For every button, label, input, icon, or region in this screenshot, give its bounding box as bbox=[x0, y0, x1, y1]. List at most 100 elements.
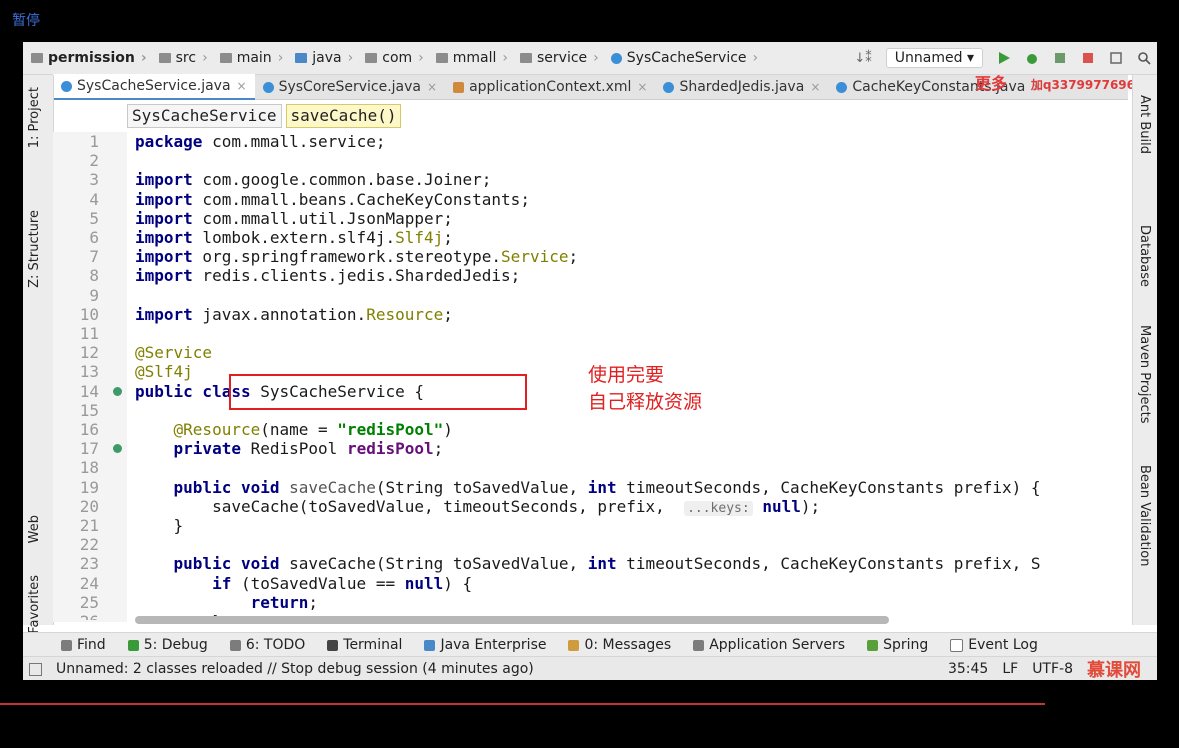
editor-breadcrumb: SysCacheService saveCache() bbox=[127, 104, 402, 128]
todo-tool-button[interactable]: 6: TODO bbox=[229, 637, 305, 653]
editor-tabs: SysCacheService.java × SysCoreService.jav… bbox=[53, 74, 1128, 100]
web-tool-button[interactable]: Web bbox=[27, 515, 42, 543]
find-tool-button[interactable]: Find bbox=[61, 637, 106, 653]
terminal-icon bbox=[327, 639, 339, 651]
crumb-com[interactable]: com › bbox=[357, 50, 428, 66]
class-icon bbox=[663, 81, 675, 93]
chevron-right-icon: › bbox=[202, 50, 208, 66]
tab-applicationcontext[interactable]: applicationContext.xml × bbox=[445, 75, 655, 99]
code-line: 17 private RedisPool redisPool; bbox=[79, 439, 444, 459]
event-log-tool-button[interactable]: Event Log bbox=[950, 637, 1038, 653]
run-icon[interactable] bbox=[997, 51, 1011, 65]
chevron-right-icon: › bbox=[502, 50, 509, 66]
chevron-right-icon: › bbox=[593, 50, 599, 66]
code-line: 5 import com.mmall.util.JsonMapper; bbox=[89, 208, 453, 228]
close-icon[interactable]: × bbox=[637, 80, 647, 94]
bean-marker-icon[interactable] bbox=[113, 444, 122, 454]
breadcrumb-class[interactable]: SysCacheService bbox=[127, 104, 282, 128]
tab-shardedjedis[interactable]: ShardedJedis.java × bbox=[655, 75, 828, 99]
ant-build-tool-button[interactable]: Ant Build bbox=[1137, 95, 1152, 154]
code-line: 20 saveCache(toSavedValue, timeoutSecond… bbox=[79, 496, 821, 516]
code-line: 3 import com.google.common.base.Joiner; bbox=[89, 170, 492, 190]
close-icon[interactable]: × bbox=[237, 79, 247, 93]
code-line: 2 bbox=[89, 151, 99, 171]
code-line: 21 } bbox=[79, 516, 184, 535]
ide-window: permission › src › main › java › com › mmall ›… bbox=[23, 42, 1157, 680]
messages-icon bbox=[568, 639, 580, 651]
package-icon bbox=[365, 53, 378, 63]
chevron-right-icon: › bbox=[418, 50, 424, 66]
code-line: 12 @Service bbox=[79, 343, 213, 363]
debug-icon[interactable] bbox=[1025, 51, 1039, 65]
crumb-mmall[interactable]: mmall › bbox=[428, 50, 512, 66]
java-enterprise-tool-button[interactable]: Java Enterprise bbox=[424, 637, 546, 653]
bean-marker-icon[interactable] bbox=[113, 386, 122, 396]
tab-syscoreservice[interactable]: SysCoreService.java × bbox=[255, 75, 445, 99]
code-line: 9 bbox=[89, 285, 99, 305]
annotation-text: 使用完要 自己释放资源 bbox=[588, 364, 703, 413]
code-line: 25 return; bbox=[79, 592, 319, 612]
spring-tool-button[interactable]: Spring bbox=[867, 637, 928, 653]
bean-validation-tool-button[interactable]: Bean Validation bbox=[1137, 465, 1152, 566]
database-tool-button[interactable]: Database bbox=[1137, 225, 1152, 287]
code-line: 4 import com.mmall.beans.CacheKeyConstant… bbox=[89, 189, 530, 209]
highlight-box bbox=[229, 374, 527, 410]
debug-tool-button[interactable]: 5: Debug bbox=[127, 637, 208, 653]
class-icon bbox=[61, 80, 72, 92]
close-icon[interactable]: × bbox=[427, 80, 437, 94]
maven-projects-tool-button[interactable]: Maven Projects bbox=[1137, 325, 1152, 424]
caret-position[interactable]: 35:45 bbox=[948, 661, 988, 677]
video-progress-bar[interactable] bbox=[0, 703, 1045, 705]
xml-file-icon bbox=[453, 81, 465, 93]
stop-icon[interactable] bbox=[1081, 51, 1095, 65]
class-icon bbox=[262, 81, 274, 93]
toggle-tool-windows-icon[interactable] bbox=[29, 662, 42, 676]
crumb-main[interactable]: main › bbox=[212, 50, 288, 66]
code-line: 11 bbox=[79, 324, 99, 343]
close-icon[interactable]: × bbox=[810, 80, 820, 94]
terminal-tool-button[interactable]: Terminal bbox=[327, 637, 402, 653]
application-servers-tool-button[interactable]: Application Servers bbox=[693, 637, 845, 653]
parameter-hint: ...keys: bbox=[684, 500, 753, 516]
logo-watermark: 慕课网 bbox=[1087, 660, 1141, 680]
left-tool-strip: 1: Project Z: Structure Web 2: Favorites bbox=[23, 75, 54, 651]
watermark: 更多 加q3379977696 bbox=[974, 74, 1135, 93]
search-icon bbox=[61, 639, 72, 651]
code-line: 19 public void saveCache(String toSavedV… bbox=[79, 477, 1041, 497]
folder-icon bbox=[219, 53, 232, 63]
folder-icon bbox=[31, 53, 43, 63]
class-icon bbox=[610, 52, 622, 64]
code-line: 16 @Resource(name = "redisPool") bbox=[79, 420, 453, 439]
chevron-right-icon: › bbox=[347, 50, 354, 66]
crumb-class[interactable]: SysCacheService › bbox=[603, 50, 762, 66]
breadcrumb-method[interactable]: saveCache() bbox=[285, 104, 402, 128]
messages-tool-button[interactable]: 0: Messages bbox=[568, 637, 671, 653]
right-tool-strip: Ant Build Database Maven Projects Bean V… bbox=[1132, 75, 1157, 625]
crumb-permission[interactable]: permission › bbox=[23, 50, 151, 66]
folder-icon bbox=[158, 53, 171, 63]
structure-tool-button[interactable]: Z: Structure bbox=[27, 210, 42, 288]
project-structure-icon[interactable] bbox=[1109, 51, 1123, 65]
code-line: 1 package com.mmall.service; bbox=[89, 132, 386, 151]
coverage-icon[interactable] bbox=[1053, 51, 1067, 65]
package-icon bbox=[435, 53, 448, 63]
file-encoding[interactable]: UTF-8 bbox=[1032, 661, 1073, 677]
search-icon[interactable] bbox=[1137, 51, 1151, 65]
crumb-service[interactable]: service › bbox=[512, 50, 603, 66]
line-separator[interactable]: LF bbox=[1002, 661, 1018, 677]
crumb-src[interactable]: src › bbox=[151, 50, 212, 66]
sort-icon[interactable]: ↓⁑ bbox=[854, 51, 871, 66]
code-line: 24 if (toSavedValue == null) { bbox=[79, 573, 473, 593]
pause-label[interactable]: 暂停 bbox=[12, 10, 40, 30]
horizontal-scrollbar[interactable] bbox=[135, 616, 889, 624]
debug-icon bbox=[127, 639, 139, 651]
project-tool-button[interactable]: 1: Project bbox=[27, 87, 42, 148]
enum-icon bbox=[836, 81, 848, 93]
status-message: Unnamed: 2 classes reloaded // Stop debu… bbox=[56, 661, 534, 677]
run-config-select[interactable]: Unnamed ▾ bbox=[885, 48, 983, 68]
server-icon bbox=[693, 639, 705, 651]
tab-syscacheservice[interactable]: SysCacheService.java × bbox=[53, 74, 255, 100]
package-icon bbox=[520, 53, 533, 63]
code-line: 18 bbox=[79, 458, 99, 478]
crumb-java[interactable]: java › bbox=[287, 50, 357, 66]
